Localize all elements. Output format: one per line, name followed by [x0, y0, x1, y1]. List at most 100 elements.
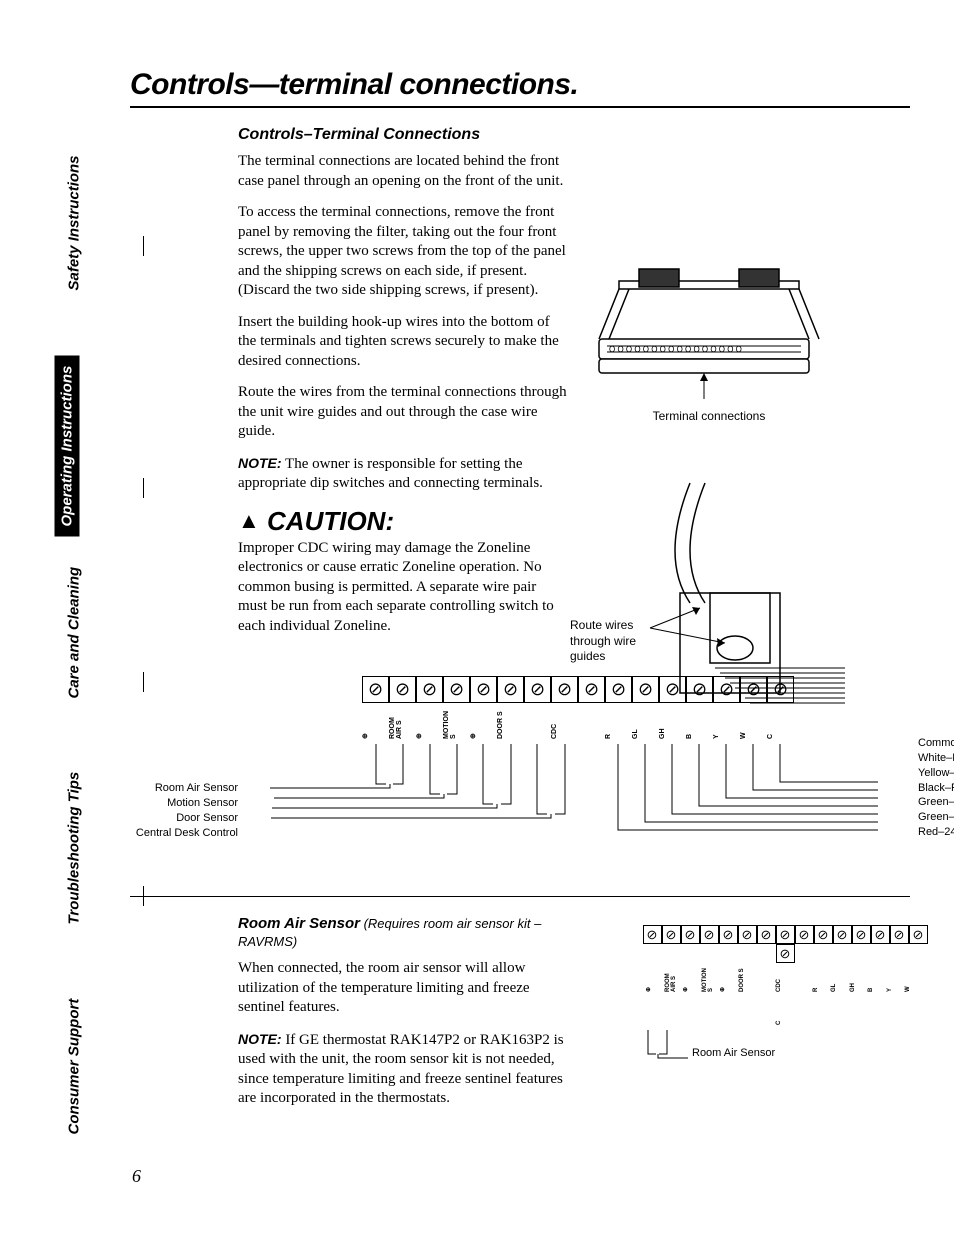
- terminal-screw: ⊘: [659, 676, 686, 703]
- terminal-screw: ⊘: [578, 676, 605, 703]
- sidebar-tab-troubleshoot: Troubleshooting Tips: [66, 772, 83, 925]
- sidebar: Safety Instructions Operating Instructio…: [50, 60, 100, 1160]
- figure-label: Route wires through wire guides: [570, 618, 650, 665]
- terminal-label: MOTION S: [702, 964, 721, 992]
- terminal-label: ⊕: [416, 705, 443, 739]
- terminal-label: MOTION S: [443, 705, 470, 739]
- terminal-screw: ⊘: [389, 676, 416, 703]
- terminal-label: [794, 964, 813, 992]
- terminal-diagram: ⊘⊘⊘⊘⊘⊘⊘⊘⊘⊘⊘⊘⊘⊘⊘⊘ ⊕ROOM AIR S⊕MOTION S⊕DO…: [238, 676, 918, 866]
- figure-terminal-location: O O O O O O O O O O O O O O O O Terminal…: [568, 238, 850, 450]
- terminal-screw: ⊘: [890, 925, 909, 944]
- terminal-screw: ⊘: [738, 925, 757, 944]
- terminal-screw: ⊘: [632, 676, 659, 703]
- terminal-screw: ⊘: [662, 925, 681, 944]
- terminal-label: R: [605, 705, 632, 739]
- terminal-label: ROOM AIR S: [389, 705, 416, 739]
- terminal-label: W: [740, 705, 767, 739]
- warning-icon: ▲: [238, 508, 260, 533]
- terminal-screw: ⊘: [776, 944, 795, 963]
- callout-label: Central Desk Control: [108, 826, 238, 841]
- small-terminal-diagram: ⊘⊘⊘⊘⊘⊘⊘⊘⊘⊘⊘⊘⊘⊘⊘⊘ ⊕ROOM AIR S⊕MOTION S⊕DO…: [640, 925, 930, 1059]
- page-number: 6: [132, 1166, 141, 1187]
- para: Insert the building hook-up wires into t…: [238, 313, 568, 372]
- terminal-screw: ⊘: [681, 925, 700, 944]
- terminal-screw: ⊘: [757, 925, 776, 944]
- terminal-labels: ⊕ROOM AIR S⊕MOTION S⊕DOOR SCDCRGLGHBYWC: [238, 705, 918, 744]
- para: The terminal connections are located beh…: [238, 152, 568, 191]
- terminal-screws: ⊘⊘⊘⊘⊘⊘⊘⊘⊘⊘⊘⊘⊘⊘⊘⊘: [238, 676, 918, 703]
- divider: [130, 896, 910, 897]
- terminal-label: R: [813, 964, 832, 992]
- terminal-label: [524, 705, 551, 739]
- note: NOTE: If GE thermostat RAK147P2 or RAK16…: [238, 1030, 568, 1109]
- terminal-screw: ⊘: [795, 925, 814, 944]
- terminal-label: C: [776, 997, 795, 1025]
- terminal-label: Y: [887, 964, 906, 992]
- terminal-label: W: [905, 964, 924, 992]
- section-heading: Room Air Sensor: [238, 915, 360, 932]
- caution-heading: ▲ CAUTION:: [238, 506, 568, 537]
- callout-label: Motion Sensor: [108, 796, 238, 811]
- callout-lines: [238, 744, 918, 864]
- terminal-label: ⊕: [720, 964, 739, 992]
- section-controls: Controls–Terminal Connections The termin…: [238, 126, 568, 636]
- terminal-screw: ⊘: [833, 925, 852, 944]
- terminal-label: [757, 964, 776, 992]
- note: NOTE: The owner is responsible for setti…: [238, 454, 568, 494]
- terminal-label: GL: [831, 964, 850, 992]
- para: When connected, the room air sensor will…: [238, 959, 568, 1018]
- terminal-screw: ⊘: [497, 676, 524, 703]
- terminal-label: GL: [632, 705, 659, 739]
- terminal-screw: ⊘: [443, 676, 470, 703]
- terminal-screw: ⊘: [852, 925, 871, 944]
- para: To access the terminal connections, remo…: [238, 203, 568, 301]
- divider: [130, 106, 910, 108]
- callout-label: Yellow–Compressor: [918, 766, 954, 781]
- terminal-screw: ⊘: [814, 925, 833, 944]
- callout-label: White–Heater: [918, 751, 954, 766]
- terminal-screw: ⊘: [686, 676, 713, 703]
- terminal-screw: ⊘: [470, 676, 497, 703]
- callout-label: Room Air Sensor: [108, 781, 238, 796]
- callout-label: Green–Low Speed Fan: [918, 810, 954, 825]
- terminal-screw: ⊘: [605, 676, 632, 703]
- terminal-screw: ⊘: [362, 676, 389, 703]
- terminal-label: GH: [850, 964, 869, 992]
- terminal-screw: ⊘: [713, 676, 740, 703]
- terminal-label: DOOR S: [739, 964, 758, 992]
- section-room-air-sensor: Room Air Sensor (Requires room air senso…: [238, 915, 910, 1121]
- terminal-label: B: [868, 964, 887, 992]
- para: Route the wires from the terminal connec…: [238, 383, 568, 442]
- terminal-label: Y: [713, 705, 740, 739]
- sidebar-tab-operating: Operating Instructions: [55, 356, 80, 537]
- callout-label: Door Sensor: [108, 811, 238, 826]
- terminal-label: ROOM AIR S: [665, 964, 684, 992]
- callout-label: Common–Ground: [918, 736, 954, 751]
- figure-label: Terminal connections: [569, 409, 849, 423]
- terminal-label: ⊕: [362, 705, 389, 739]
- terminal-left-callouts: Room Air SensorMotion SensorDoor SensorC…: [108, 781, 238, 840]
- section-heading: Controls–Terminal Connections: [238, 126, 568, 144]
- svg-text:O O O O O O O O O O O O O O O: O O O O O O O O O O O O O O O O: [609, 345, 742, 354]
- terminal-screw: ⊘: [740, 676, 767, 703]
- callout-label: Red–24V AC only: [918, 825, 954, 840]
- terminal-label: ⊕: [470, 705, 497, 739]
- terminal-label: [578, 705, 605, 739]
- terminal-label: GH: [659, 705, 686, 739]
- terminal-screw: ⊘: [416, 676, 443, 703]
- terminal-screw: ⊘: [700, 925, 719, 944]
- sidebar-tab-safety: Safety Instructions: [66, 155, 83, 290]
- terminal-label: CDC: [776, 964, 795, 992]
- terminal-label: C: [767, 705, 794, 739]
- terminal-screw: ⊘: [767, 676, 794, 703]
- caution-body: Improper CDC wiring may damage the Zonel…: [238, 539, 568, 637]
- page-title: Controls—terminal connections.: [130, 68, 910, 102]
- sidebar-tab-consumer: Consumer Support: [66, 999, 83, 1135]
- terminal-label: ⊕: [683, 964, 702, 992]
- terminal-screw: ⊘: [551, 676, 578, 703]
- terminal-right-callouts: Common–GroundWhite–HeaterYellow–Compress…: [918, 736, 954, 840]
- sidebar-tab-care: Care and Cleaning: [66, 567, 83, 699]
- terminal-screw: ⊘: [871, 925, 890, 944]
- terminal-label: ⊕: [646, 964, 665, 992]
